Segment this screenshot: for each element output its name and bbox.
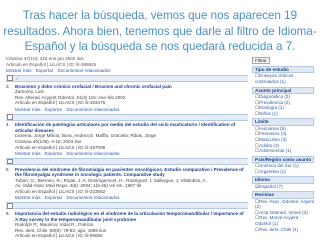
- result-database: Artículo en Español | LILACS | ID: lil-9…: [15, 233, 103, 239]
- result-item: 3. Bruxismo y dolor crónico orofacial / …: [6, 84, 248, 113]
- select-checkbox[interactable]: [7, 75, 13, 82]
- facet-option[interactable]: Ensayos clínicos controlados (1): [252, 73, 314, 84]
- results-toolbar: ✓: [6, 74, 248, 82]
- facet-heading-language[interactable]: Idioma: [252, 176, 314, 184]
- result-database: Artículo en Español | LILACS | ID: lil-4…: [15, 144, 106, 150]
- related-docs-link[interactable]: Documentos relacionados: [66, 151, 119, 156]
- filter-button[interactable]: Filtrar: [252, 57, 270, 64]
- slide-caption: Tras hacer la búsqueda, vemos que nos ap…: [3, 9, 317, 54]
- related-docs-link[interactable]: Documentos relacionados: [57, 68, 110, 73]
- result-number: 5.: [6, 166, 10, 172]
- result-title-link[interactable]: Importancia del estudio radiológico en e…: [15, 211, 248, 222]
- filter-sidebar: Filtrar Tipo de estudio Ensayos clínicos…: [252, 56, 314, 232]
- show-more-link[interactable]: Mostrar más: [15, 151, 41, 156]
- result-separator: [6, 202, 248, 210]
- result-database: Artículo en Español | LILACS | ID: lil-2…: [15, 188, 106, 194]
- result-meta-line: Artículo en Español | LILACS | ID: lil-3…: [6, 61, 97, 67]
- result-title-link[interactable]: Prevalencia del síndrome de fibromialgia…: [15, 167, 248, 178]
- select-checkbox[interactable]: [7, 202, 13, 209]
- select-checkbox[interactable]: [7, 114, 13, 120]
- related-docs-link[interactable]: Documentos relacionados: [66, 107, 119, 112]
- facet-option[interactable]: Rev. dent. Chile (1): [252, 227, 314, 233]
- facet-option-spanish[interactable]: Español (7): [252, 184, 314, 190]
- result-item: 6. Importancia del estudio radiológico e…: [6, 211, 248, 239]
- result-item: 4. Identificación de patologías articula…: [6, 122, 248, 156]
- result-separator: [6, 157, 248, 166]
- facet-option[interactable]: Rev. Monol Acyjent Odontol (1): [252, 215, 314, 226]
- show-more-link[interactable]: Mostrar más: [15, 107, 41, 112]
- export-link[interactable]: Exportar: [36, 68, 53, 73]
- result-actions: Mostrar más Exportar Documentos relacion…: [15, 195, 248, 201]
- result-title-link[interactable]: Identificación de patologías articulares…: [15, 122, 248, 133]
- result-separator: [6, 113, 248, 121]
- facet-option[interactable]: Rev. Asoc. Odontol. Argent (2): [252, 199, 314, 210]
- result-number: 6.: [6, 210, 10, 216]
- facet-heading[interactable]: Asunto principal: [252, 86, 314, 94]
- export-link[interactable]: Exportar: [45, 107, 62, 112]
- related-docs-link[interactable]: Documentos relacionados: [66, 195, 119, 200]
- result-number: 4.: [6, 122, 10, 128]
- result-actions: Mostrar más Exportar Documentos relacion…: [15, 107, 248, 113]
- result-number: 3.: [6, 83, 10, 89]
- result-item: 5. Prevalencia del síndrome de fibromial…: [6, 167, 248, 201]
- facet-heading[interactable]: Tipo de estudio: [252, 66, 314, 74]
- facet-option[interactable]: Niños (1): [252, 111, 314, 117]
- facet-heading[interactable]: Límite: [252, 118, 314, 126]
- search-results-screenshot: Citosina 47(10): 415 ene-jun 2003 ilus A…: [4, 56, 316, 240]
- result-database: Artículo en Español | LILACS | ID: lil-3…: [15, 100, 106, 106]
- result-actions: Mostrar más Exportar Documentos relacion…: [6, 68, 248, 74]
- previous-result-tail: Citosina 47(10): 415 ene-jun 2003 ilus A…: [6, 56, 248, 73]
- show-more-link[interactable]: Mostrar más: [6, 68, 32, 73]
- facet-option[interactable]: Argentina (1): [252, 169, 314, 175]
- results-list: Citosina 47(10): 415 ene-jun 2003 ilus A…: [6, 56, 248, 240]
- export-link[interactable]: Exportar: [45, 195, 62, 200]
- facet-heading[interactable]: País/Región como asunto: [252, 155, 314, 164]
- checkmark-icon: ✓: [15, 75, 20, 81]
- facet-heading[interactable]: Revistas: [252, 191, 314, 199]
- show-more-link[interactable]: Mostrar más: [15, 195, 41, 200]
- export-link[interactable]: Exportar: [45, 151, 62, 156]
- result-actions: Mostrar más Exportar Documentos relacion…: [15, 151, 248, 157]
- facet-option[interactable]: Adolescente (1): [252, 148, 314, 154]
- select-checkbox[interactable]: [7, 158, 13, 165]
